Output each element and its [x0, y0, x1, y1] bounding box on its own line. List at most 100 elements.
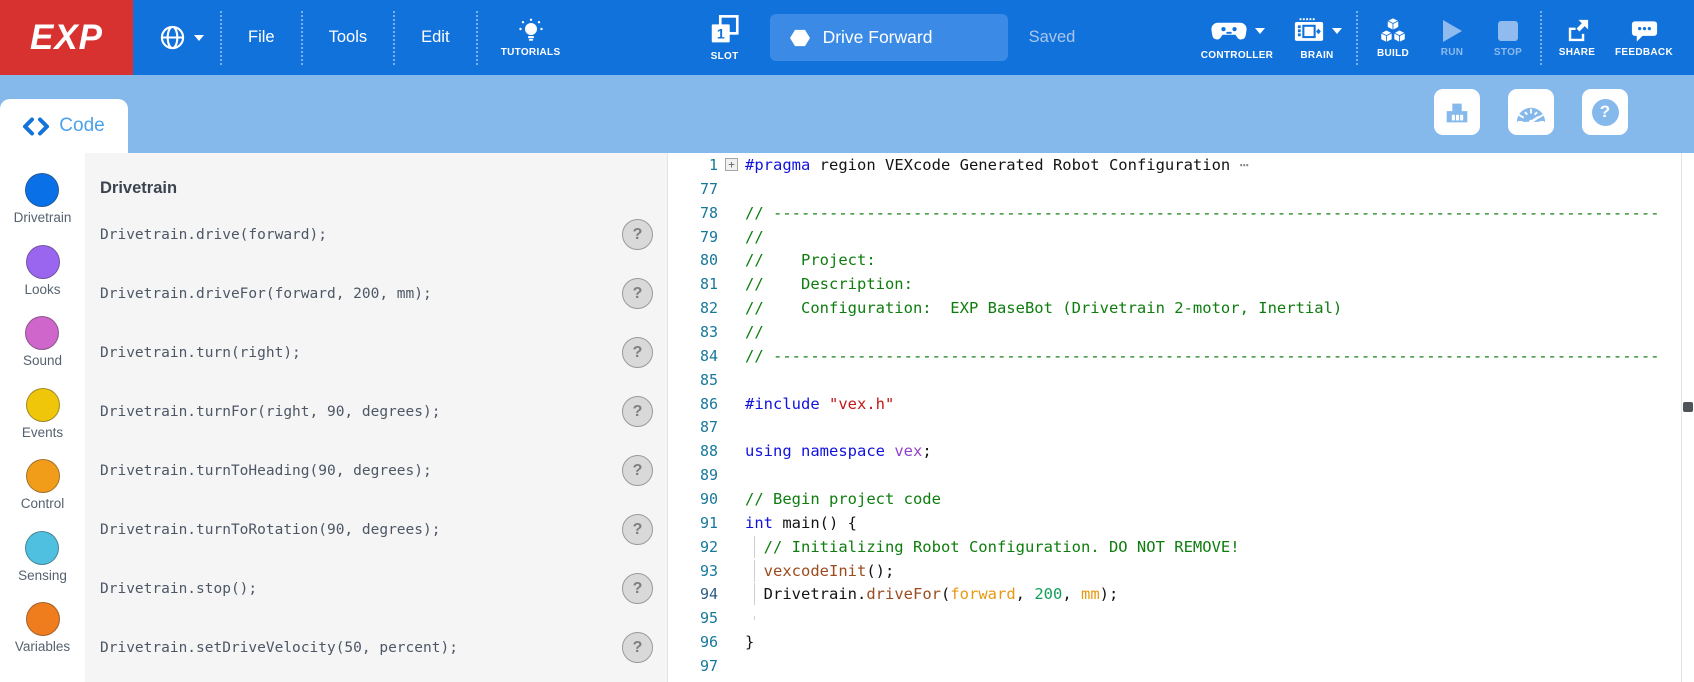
print-button[interactable] [1434, 89, 1480, 135]
build-icon [1377, 17, 1409, 45]
category-circle[interactable] [25, 316, 59, 350]
code-content: // [745, 228, 764, 246]
command-help-button[interactable]: ? [622, 514, 653, 545]
sidebar-category[interactable]: Looks [24, 245, 60, 317]
lightbulb-icon [518, 18, 544, 44]
command-text[interactable]: Drivetrain.turn(right); [100, 345, 301, 361]
code-content: Drivetrain.driveFor(forward, 200, mm); [745, 585, 1118, 603]
command-text[interactable]: Drivetrain.drive(forward); [100, 227, 327, 243]
share-button[interactable]: SHARE [1548, 17, 1606, 58]
code-token: Drivetrain. [745, 585, 866, 603]
slot-button[interactable]: 1 SLOT [702, 14, 748, 62]
code-token [885, 442, 894, 460]
line-number: 96 [668, 633, 718, 651]
line-number: 88 [668, 442, 718, 460]
code-token: int [745, 514, 773, 532]
stop-icon [1496, 18, 1520, 44]
code-token: main() { [773, 514, 857, 532]
menu-edit[interactable]: Edit [401, 28, 469, 47]
line-number: 1 [668, 156, 718, 174]
feedback-button[interactable]: FEEDBACK [1606, 18, 1682, 58]
category-circle[interactable] [26, 459, 60, 493]
editor-scrollbar [1681, 153, 1694, 682]
editor-actions: ? [1434, 89, 1628, 135]
help-icon: ? [1592, 99, 1619, 126]
command-help-button[interactable]: ? [622, 573, 653, 604]
run-button[interactable]: RUN [1428, 18, 1476, 58]
scrollbar-thumb[interactable] [1683, 402, 1693, 412]
command-text[interactable]: Drivetrain.turnToRotation(90, degrees); [100, 522, 440, 538]
tutorials-button[interactable]: TUTORIALS [486, 18, 576, 58]
fold-plus-icon[interactable]: + [725, 158, 738, 171]
tab-code[interactable]: Code [0, 99, 128, 153]
stop-button[interactable]: STOP [1482, 18, 1534, 58]
command-text[interactable]: Drivetrain.turnFor(right, 90, degrees); [100, 404, 440, 420]
language-menu[interactable] [149, 24, 214, 51]
code-content: int main() { [745, 514, 857, 532]
category-circle[interactable] [25, 173, 59, 207]
globe-icon [159, 24, 186, 51]
code-token: // [745, 323, 764, 341]
category-label: Sensing [18, 568, 67, 583]
sidebar-category[interactable]: Control [21, 459, 65, 531]
monitor-button[interactable] [1508, 89, 1554, 135]
category-circle[interactable] [25, 531, 59, 565]
caret-down-icon [1332, 28, 1342, 34]
code-editor[interactable]: 1 + #pragma region VEXcode Generated Rob… [668, 153, 1694, 682]
help-button[interactable]: ? [1582, 89, 1628, 135]
code-line: 84 // ----------------------------------… [668, 344, 1694, 368]
sidebar-category[interactable]: Sound [23, 316, 62, 388]
code-brackets-icon [23, 117, 49, 136]
tutorials-label: TUTORIALS [501, 47, 561, 58]
toolbar-divider [1540, 11, 1542, 65]
command-text[interactable]: Drivetrain.driveFor(forward, 200, mm); [100, 286, 432, 302]
editor-tab-bar: Code [0, 75, 1694, 153]
controller-button[interactable]: CONTROLLER [1190, 15, 1284, 61]
project-name: Drive Forward [823, 27, 933, 48]
run-icon [1440, 18, 1464, 44]
command-text[interactable]: Drivetrain.turnToHeading(90, degrees); [100, 463, 432, 479]
code-token: mm [1081, 585, 1100, 603]
run-label: RUN [1441, 47, 1464, 58]
command-help-button[interactable]: ? [622, 219, 653, 250]
command-help-button[interactable]: ? [622, 337, 653, 368]
category-circle[interactable] [26, 245, 60, 279]
line-number: 78 [668, 204, 718, 222]
code-content: // Initializing Robot Configuration. DO … [745, 538, 1240, 556]
code-line: 1 + #pragma region VEXcode Generated Rob… [668, 153, 1694, 177]
code-content: // [745, 323, 764, 341]
line-number: 91 [668, 514, 718, 532]
command-help-button[interactable]: ? [622, 455, 653, 486]
brain-button[interactable]: BRAIN [1284, 15, 1350, 61]
line-number: 93 [668, 562, 718, 580]
menu-file[interactable]: File [228, 28, 295, 47]
sidebar-category[interactable]: Variables [15, 602, 70, 674]
main-content: Drivetrain Looks Sound Events Control Se… [0, 153, 1694, 682]
sidebar-category[interactable]: Drivetrain [14, 173, 72, 245]
line-number: 80 [668, 251, 718, 269]
command-help-button[interactable]: ? [622, 632, 653, 663]
top-toolbar: EXP File Tools Edit TUTORIAL [0, 0, 1694, 75]
line-number: 82 [668, 299, 718, 317]
caret-down-icon [1255, 28, 1265, 34]
code-token: "vex.h" [829, 395, 894, 413]
code-token: , [1062, 585, 1081, 603]
toolbar-divider [476, 11, 478, 65]
exp-logo: EXP [0, 0, 133, 75]
toolbar-divider [220, 11, 222, 65]
code-token [820, 395, 829, 413]
command-text[interactable]: Drivetrain.setDriveVelocity(50, percent)… [100, 640, 458, 656]
command-help-button[interactable]: ? [622, 278, 653, 309]
category-circle[interactable] [26, 388, 60, 422]
command-row: Drivetrain.stop(); ? [85, 559, 667, 618]
command-help-button[interactable]: ? [622, 396, 653, 427]
command-text[interactable]: Drivetrain.stop(); [100, 581, 257, 597]
sidebar-category[interactable]: Sensing [18, 531, 67, 603]
controller-icon [1210, 19, 1248, 43]
build-button[interactable]: BUILD [1364, 17, 1422, 59]
code-token: ⋯ [1240, 156, 1249, 174]
category-circle[interactable] [26, 602, 60, 636]
project-name-field[interactable]: Drive Forward [770, 14, 1008, 61]
sidebar-category[interactable]: Events [22, 388, 63, 460]
menu-tools[interactable]: Tools [309, 28, 388, 47]
